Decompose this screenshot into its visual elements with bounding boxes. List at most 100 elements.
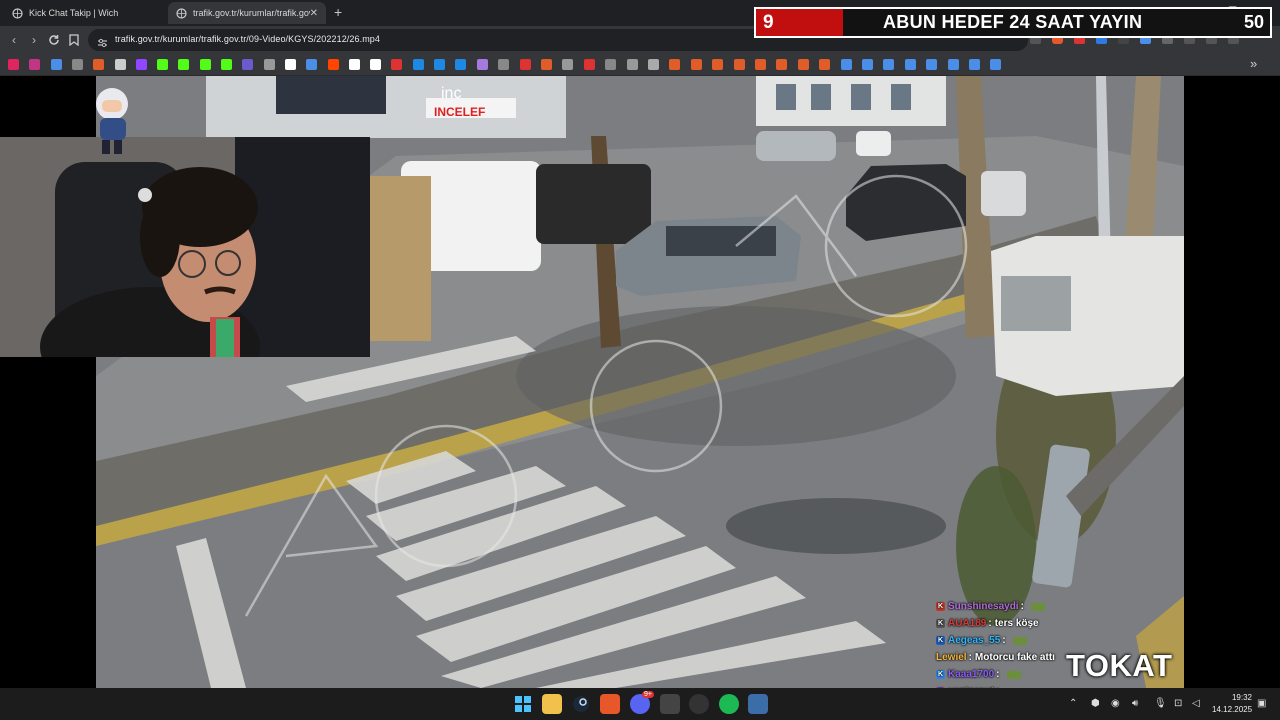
microphone-icon[interactable]: 🎙︎: [1154, 698, 1167, 709]
banner-goal: 50: [1243, 12, 1264, 32]
bookmark-favicon-icon[interactable]: [50, 59, 62, 70]
system-clock[interactable]: 19:32 14.12.2025: [1212, 692, 1252, 716]
bookmark-favicon-icon[interactable]: [93, 59, 105, 70]
bookmark-favicon-icon[interactable]: [71, 59, 83, 70]
chat-username[interactable]: AUA189: [948, 618, 986, 629]
bookmark-favicon-icon[interactable]: [221, 59, 232, 70]
bookmark-favicon-icon[interactable]: [969, 59, 980, 70]
bookmark-favicon-icon[interactable]: [135, 59, 147, 70]
bookmark-favicon-icon[interactable]: [476, 59, 488, 70]
bookmark-favicon-icon[interactable]: [883, 59, 895, 70]
file-explorer-icon[interactable]: [542, 694, 562, 714]
bookmark-favicon-icon[interactable]: [327, 59, 339, 70]
app-icon[interactable]: [660, 694, 680, 714]
globe-icon: [12, 7, 23, 19]
new-tab-button[interactable]: +: [334, 4, 342, 20]
tab-kick-chat[interactable]: Kick Chat Takip | Wich: [4, 2, 166, 24]
forward-icon[interactable]: ›: [26, 32, 42, 48]
bookmark-favicon-icon[interactable]: [455, 59, 467, 70]
close-tab-icon[interactable]: ✕: [310, 8, 318, 19]
bookmark-favicon-icon[interactable]: [199, 59, 211, 70]
chat-username[interactable]: Kaaa1700: [948, 669, 994, 680]
bookmarks-overflow-icon[interactable]: »: [1250, 56, 1257, 71]
bookmark-favicon-icon[interactable]: [498, 59, 510, 70]
bookmarks-bar: »: [0, 54, 1280, 76]
tray-chevron-icon[interactable]: ⌃: [1069, 698, 1077, 709]
discord-notification-badge: 9+: [642, 691, 654, 698]
volume-tray-icon[interactable]: 🔊︎: [1132, 698, 1138, 709]
bookmark-favicon-icon[interactable]: [776, 59, 788, 70]
bookmark-favicon-icon[interactable]: [904, 59, 916, 70]
subscriber-goal-banner: 9 ABUN HEDEF 24 SAAT YAYIN 50: [754, 7, 1272, 38]
alert-text: TOKAT: [1066, 648, 1173, 683]
notification-icon[interactable]: ▣: [1257, 698, 1266, 709]
chat-badge-icon: K: [936, 670, 945, 679]
site-settings-icon[interactable]: [97, 35, 108, 53]
tray-steam-icon[interactable]: ◉: [1111, 698, 1120, 709]
windows-start-icon[interactable]: [513, 694, 533, 714]
reload-icon[interactable]: [46, 32, 62, 48]
app-icon[interactable]: [748, 694, 768, 714]
bookmark-favicon-icon[interactable]: [284, 59, 296, 70]
bookmark-favicon-icon[interactable]: [157, 59, 169, 70]
brave-browser-icon[interactable]: [600, 694, 620, 714]
url-text: trafik.gov.tr/kurumlar/trafik.gov.tr/09-…: [115, 34, 381, 44]
chat-separator: :: [1002, 635, 1006, 646]
chat-text: ters köşe: [994, 618, 1039, 629]
bookmark-favicon-icon[interactable]: [370, 59, 382, 70]
bookmark-favicon-icon[interactable]: [947, 59, 959, 70]
tray-app-icon[interactable]: ⬢: [1091, 698, 1100, 709]
bookmark-favicon-icon[interactable]: [690, 59, 702, 70]
chat-username[interactable]: Sunshinesaydi: [948, 601, 1019, 612]
steam-icon[interactable]: [571, 694, 591, 714]
bookmark-favicon-icon[interactable]: [819, 59, 831, 70]
tab-trafik-video[interactable]: trafik.gov.tr/kurumlar/trafik.gov.t ✕: [168, 2, 326, 24]
bookmark-favicon-icon[interactable]: [242, 59, 254, 70]
bookmark-favicon-icon[interactable]: [562, 59, 574, 70]
bookmark-favicon-icon[interactable]: [306, 59, 318, 70]
bookmark-favicon-icon[interactable]: [263, 59, 275, 70]
banner-title: ABUN HEDEF 24 SAAT YAYIN: [883, 12, 1143, 32]
bookmark-favicon-icon[interactable]: [797, 59, 809, 70]
chat-username[interactable]: Aegeas_55: [948, 635, 1000, 646]
bookmark-favicon-icon[interactable]: [8, 59, 19, 70]
bookmark-favicon-icon[interactable]: [541, 59, 552, 70]
bookmark-favicon-icon[interactable]: [178, 59, 190, 70]
bookmark-favicon-icon[interactable]: [626, 59, 638, 70]
chat-emote-icon: [1006, 670, 1021, 679]
mascot-sticker: [90, 86, 138, 158]
bookmark-favicon-icon[interactable]: [862, 59, 873, 70]
bookmark-favicon-icon[interactable]: [926, 59, 938, 70]
chat-emote-icon: [1012, 636, 1027, 645]
bookmark-favicon-icon[interactable]: [648, 59, 659, 70]
chat-username[interactable]: Lewiel: [936, 652, 967, 663]
tab-title: Kick Chat Takip | Wich: [29, 8, 119, 18]
bookmark-favicon-icon[interactable]: [348, 59, 360, 70]
bookmark-favicon-icon[interactable]: [712, 59, 724, 70]
bookmark-favicon-icon[interactable]: [29, 59, 41, 70]
windows-taskbar: 9+ ⌃ ⬢ ◉ 🔊︎ 🎙︎ ⊡ ◁ 19:32 14.12.2025 ▣: [0, 688, 1280, 720]
bookmark-icon[interactable]: [66, 32, 82, 48]
clock-date: 14.12.2025: [1212, 705, 1253, 714]
bookmark-favicon-icon[interactable]: [519, 59, 531, 70]
chat-emote-icon: [1030, 602, 1045, 611]
bookmark-favicon-icon[interactable]: [840, 59, 852, 70]
network-icon[interactable]: ⊡: [1174, 698, 1182, 709]
bookmark-favicon-icon[interactable]: [733, 59, 745, 70]
bookmark-favicon-icon[interactable]: [391, 59, 403, 70]
bookmark-favicon-icon[interactable]: [583, 59, 595, 70]
bookmark-favicon-icon[interactable]: [990, 59, 1002, 70]
tab-title: trafik.gov.tr/kurumlar/trafik.gov.t: [193, 8, 310, 18]
store-logo-text: inc: [441, 85, 461, 102]
spotify-icon[interactable]: [719, 694, 739, 714]
bookmark-favicon-icon[interactable]: [669, 59, 681, 70]
bookmark-favicon-icon[interactable]: [755, 59, 766, 70]
speaker-icon[interactable]: ◁: [1192, 698, 1200, 709]
back-icon[interactable]: ‹: [6, 32, 22, 48]
bookmark-favicon-icon[interactable]: [114, 59, 126, 70]
bookmark-favicon-icon[interactable]: [605, 59, 617, 70]
obs-icon[interactable]: [689, 694, 709, 714]
bookmark-favicon-icon[interactable]: [434, 59, 445, 70]
bookmark-favicon-icon[interactable]: [412, 59, 424, 70]
banner-count: 9: [763, 12, 774, 33]
